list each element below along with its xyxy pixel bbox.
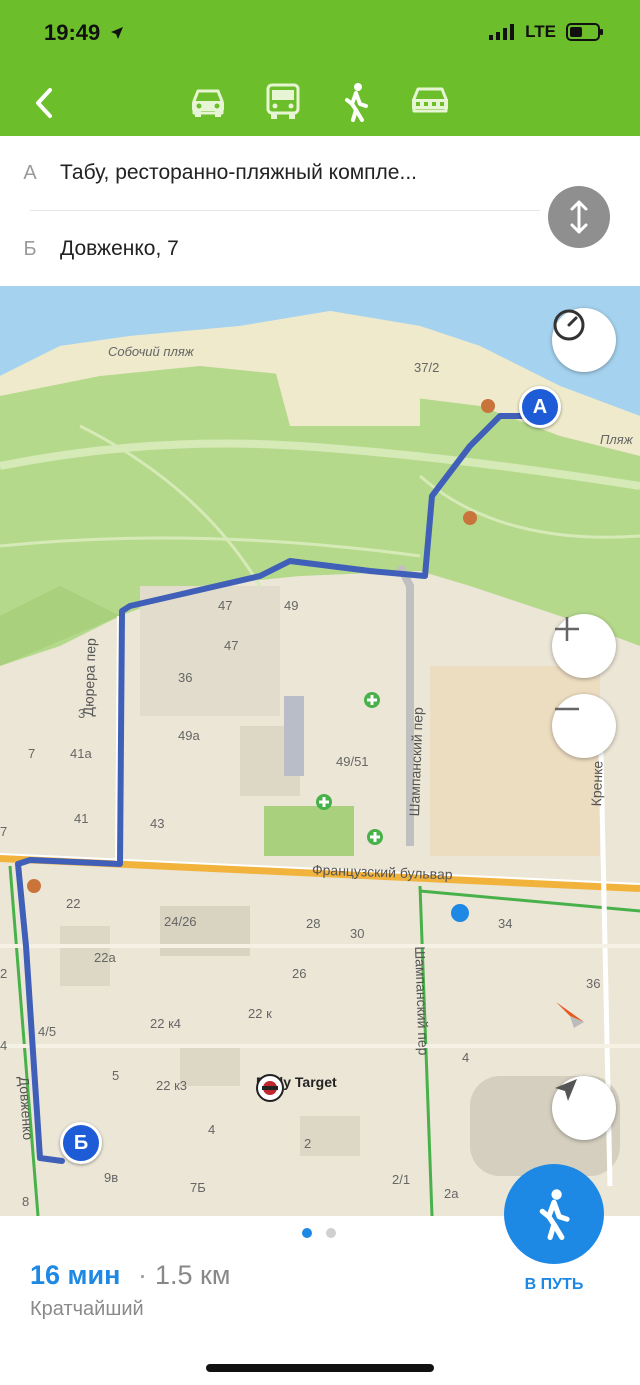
page-indicator <box>302 1228 336 1238</box>
map-label-b22k4: 22 к4 <box>150 1016 181 1031</box>
route-summary-sheet: 16 мин · 1.5 км Кратчайший В ПУТЬ <box>0 1164 640 1385</box>
map-label-b7: 7 <box>28 746 36 761</box>
battery-icon <box>566 23 603 41</box>
go-label[interactable]: В ПУТЬ <box>508 1276 600 1294</box>
zoom-in-button[interactable] <box>552 614 616 678</box>
map-label-b7left: 7 <box>0 824 8 839</box>
map-label-b4: 4 <box>208 1122 216 1137</box>
map-label-b5: 5 <box>112 1068 120 1083</box>
mode-taxi-button[interactable] <box>406 78 454 126</box>
swap-route-button[interactable] <box>548 186 610 248</box>
status-right: LTE <box>489 22 604 42</box>
map-label-b22k: 22 к <box>248 1006 272 1021</box>
map-label-b9v: 9в <box>104 1170 119 1185</box>
map-label-b2: 2 <box>304 1136 312 1151</box>
compass-needle-icon <box>556 1002 584 1028</box>
summary-separator: · <box>138 1260 147 1290</box>
gym-icon <box>256 1074 284 1102</box>
map-label-b7b: 7Б <box>190 1180 206 1195</box>
location-arrow-icon <box>555 1079 577 1101</box>
route-duration: 16 мин <box>30 1260 121 1290</box>
go-button[interactable] <box>504 1164 604 1264</box>
route-to-text: Довженко, 7 <box>60 237 179 260</box>
my-location-button[interactable] <box>552 1076 616 1140</box>
top-bar: 19:49 LTE <box>0 0 640 136</box>
route-distance: 1.5 км <box>155 1260 231 1290</box>
map-label-b36: 36 <box>178 670 193 685</box>
swap-vertical-icon <box>570 200 588 234</box>
route-marker-b[interactable]: Б <box>60 1122 102 1164</box>
map-label-b4951: 49/51 <box>336 754 369 769</box>
route-marker-a-label: A <box>532 395 548 418</box>
network-type: LTE <box>525 22 556 41</box>
mode-walk-button[interactable] <box>332 78 380 126</box>
signal-icon <box>489 24 515 40</box>
map-label-b372: 37/2 <box>414 360 440 375</box>
route-to-letter: Б <box>23 237 37 260</box>
transport-mode-tabs <box>0 78 640 128</box>
map-label-b22k3: 22 к3 <box>156 1078 187 1093</box>
walk-icon <box>345 83 368 122</box>
map-label-b41a: 41а <box>70 746 92 761</box>
page-dot-active[interactable] <box>302 1228 312 1238</box>
home-indicator[interactable] <box>206 1364 434 1372</box>
map-view[interactable]: Собочий пляж Пляж 37/2 47 49 47 36 49а 4… <box>0 286 640 1216</box>
map-label-b2426: 24/26 <box>164 914 197 929</box>
map-label-b2left: 2 <box>0 966 8 981</box>
compass-button[interactable] <box>552 308 616 372</box>
map-label-b49: 49 <box>284 598 299 613</box>
route-marker-a[interactable]: A <box>519 386 561 428</box>
page-dot[interactable] <box>326 1228 336 1238</box>
car-icon <box>192 89 224 117</box>
map-label-b28: 28 <box>306 916 321 931</box>
map-label-b45: 4/5 <box>38 1024 57 1039</box>
route-divider <box>30 210 540 211</box>
route-from-letter: А <box>23 161 37 184</box>
status-time-text: 19:49 <box>44 20 101 45</box>
map-label-b22a: 22а <box>94 950 116 965</box>
map-label-b22: 22 <box>66 896 81 911</box>
route-panel: А Табу, ресторанно-пляжный компле... Б Д… <box>0 136 640 286</box>
street-label-krenk: Кренке <box>588 760 606 807</box>
taxi-icon <box>412 87 448 113</box>
map-label-beach: Собочий пляж <box>108 344 194 359</box>
map-label-b26: 26 <box>292 966 307 981</box>
north-compass-button[interactable] <box>552 994 616 1058</box>
location-arrow-icon <box>111 27 124 39</box>
map-label-plyazh: Пляж <box>600 432 633 447</box>
map-label-b2a: 2а <box>444 1186 459 1201</box>
route-type: Кратчайший <box>30 1298 144 1320</box>
street-label-dyurevskiy: Дюрера пер <box>80 637 99 717</box>
map-label-b4r: 4 <box>462 1050 470 1065</box>
map-label-b41: 41 <box>74 811 89 826</box>
walk-icon <box>539 1189 570 1240</box>
bus-icon <box>266 83 300 119</box>
map-label-b4left: 4 <box>0 1038 8 1053</box>
map-label-b47a: 47 <box>218 598 233 613</box>
map-label-b8: 8 <box>22 1194 30 1209</box>
map-label-b43: 43 <box>150 816 165 831</box>
speedometer-icon <box>553 309 585 341</box>
map-label-b36r: 36 <box>586 976 601 991</box>
status-time: 19:49 <box>44 20 124 46</box>
minus-icon <box>555 707 579 711</box>
plus-icon <box>555 617 579 641</box>
mode-bus-button[interactable] <box>259 78 307 126</box>
route-marker-b-label: Б <box>73 1131 89 1154</box>
poi-body-target[interactable]: Body Target <box>256 1074 337 1102</box>
zoom-out-button[interactable] <box>552 694 616 758</box>
map-label-b47b: 47 <box>224 638 239 653</box>
route-from-field[interactable]: А Табу, ресторанно-пляжный компле... <box>0 136 540 210</box>
mode-car-button[interactable] <box>184 78 232 126</box>
map-label-b49a: 49а <box>178 728 200 743</box>
map-label-b21: 2/1 <box>392 1172 411 1187</box>
route-to-field[interactable]: Б Довженко, 7 <box>0 212 540 286</box>
map-label-b30: 30 <box>350 926 365 941</box>
map-label-b34: 34 <box>498 916 513 931</box>
route-from-text: Табу, ресторанно-пляжный компле... <box>60 161 417 184</box>
